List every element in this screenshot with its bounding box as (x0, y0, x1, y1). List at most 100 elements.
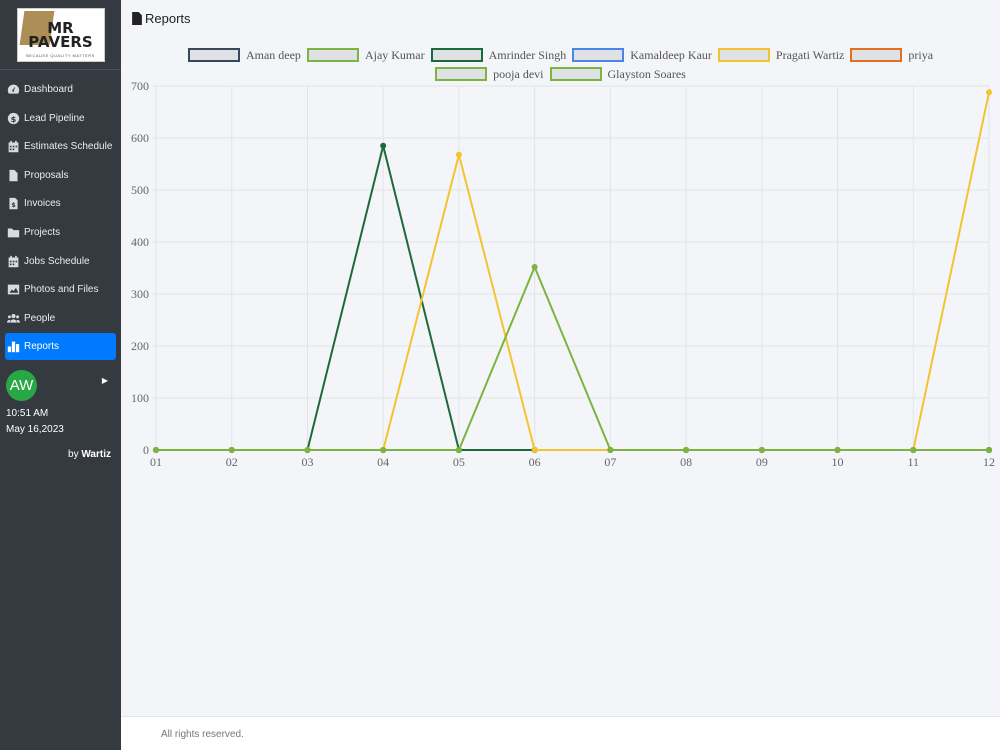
footer: All rights reserved. (121, 716, 1000, 750)
y-tick-label: 400 (131, 235, 149, 249)
series-line (156, 145, 989, 451)
legend-item[interactable]: Kamaldeep Kaur (572, 48, 712, 63)
logo-tagline: BECAUSE QUALITY MATTERS (26, 52, 95, 58)
sidebar-item-dashboard[interactable]: Dashboard (5, 76, 116, 103)
calendar-icon (7, 255, 20, 268)
user-menu[interactable]: AW ▶ (6, 370, 116, 401)
data-point (455, 447, 462, 453)
dashboard-icon (7, 83, 20, 96)
sidebar-item-invoices[interactable]: $ Invoices (5, 190, 116, 217)
line-chart: 0 100 200 300 400 500 600 700 01 02 03 04 05 06 07 08 09… (131, 80, 995, 469)
sidebar-item-label: Jobs Schedule (24, 255, 90, 267)
sidebar: MR PAVERS BECAUSE QUALITY MATTERS Dashbo… (0, 0, 121, 750)
x-tick-label: 03 (301, 455, 313, 469)
sidebar-item-jobs-schedule[interactable]: Jobs Schedule (5, 248, 116, 275)
sidebar-item-projects[interactable]: Projects (5, 219, 116, 246)
sidebar-item-label: People (24, 312, 56, 324)
y-tick-label: 300 (131, 287, 149, 301)
data-point (228, 447, 235, 453)
data-point (834, 447, 841, 453)
legend-swatch (306, 48, 359, 62)
legend-swatch (430, 48, 483, 62)
people-icon (7, 312, 20, 325)
sidebar-item-label: Projects (24, 226, 61, 238)
page-title-text: Reports (145, 11, 191, 26)
data-point (380, 142, 387, 149)
data-point (986, 447, 992, 453)
legend-item[interactable]: Pragati Wartiz (717, 47, 845, 63)
logo-text: MR PAVERS (28, 18, 93, 51)
x-tick-label: 09 (756, 455, 768, 469)
legend-label: Kamaldeep Kaur (630, 47, 712, 62)
x-tick-label: 01 (150, 455, 162, 469)
byline-prefix: by (68, 449, 79, 460)
avatar[interactable]: AW (6, 370, 37, 401)
footer-text: All rights reserved. (161, 729, 244, 740)
sidebar-item-proposals[interactable]: Proposals (5, 162, 116, 189)
y-tick-label: 500 (131, 183, 149, 197)
data-point (380, 447, 387, 453)
data-point (455, 151, 462, 158)
byline-brand[interactable]: Wartiz (81, 449, 111, 460)
x-tick-label: 08 (680, 455, 692, 469)
x-tick-label: 11 (907, 455, 919, 469)
sidebar-item-label: Invoices (24, 198, 61, 210)
data-point (304, 447, 311, 453)
x-tick-label: 02 (226, 455, 238, 469)
byline: by Wartiz (68, 449, 111, 460)
data-point (910, 447, 917, 453)
caret-right-icon[interactable]: ▶ (102, 376, 108, 385)
sidebar-item-people[interactable]: People (5, 305, 116, 332)
x-tick-label: 12 (983, 455, 995, 469)
legend-label: Amrinder Singh (488, 47, 567, 62)
legend-label: priya (908, 47, 934, 62)
sidebar-item-lead-pipeline[interactable]: $ Lead Pipeline (5, 105, 116, 132)
legend-label: Pragati Wartiz (775, 47, 845, 62)
x-tick-label: 05 (453, 455, 465, 469)
y-tick-label: 600 (131, 131, 149, 145)
legend-item[interactable]: Amrinder Singh (430, 47, 567, 63)
chart-icon (7, 340, 20, 353)
legend-label: Aman deep (245, 47, 301, 62)
sidebar-item-label: Lead Pipeline (24, 112, 85, 124)
svg-text:$: $ (11, 201, 16, 209)
logo-container: MR PAVERS BECAUSE QUALITY MATTERS (0, 0, 121, 70)
y-tick-label: 0 (143, 443, 149, 457)
data-point (531, 263, 538, 270)
current-time: 10:51 AM (6, 408, 49, 419)
sidebar-item-estimates-schedule[interactable]: Estimates Schedule (5, 133, 116, 160)
data-point (153, 447, 159, 453)
sidebar-item-label: Estimates Schedule (24, 141, 113, 153)
y-tick-label: 200 (131, 339, 149, 353)
sidebar-item-photos-and-files[interactable]: Photos and Files (5, 276, 116, 303)
y-tick-label: 100 (131, 391, 149, 405)
legend-item[interactable]: Aman deep (187, 47, 301, 63)
y-tick-label: 700 (131, 80, 149, 93)
sidebar-item-label: Dashboard (24, 84, 73, 95)
legend-swatch (187, 48, 240, 62)
file-icon (132, 12, 142, 25)
series-line (156, 92, 990, 451)
legend-item[interactable]: priya (850, 48, 933, 63)
datetime: 10:51 AM May 16,2023 (6, 406, 64, 438)
x-tick-label: 04 (377, 455, 389, 469)
legend-label: Ajay Kumar (364, 47, 425, 62)
data-point (683, 447, 690, 453)
data-point (607, 447, 614, 453)
data-point (531, 447, 538, 453)
company-logo[interactable]: MR PAVERS BECAUSE QUALITY MATTERS (16, 7, 105, 62)
sidebar-item-reports[interactable]: Reports (5, 333, 116, 361)
legend-swatch (435, 67, 488, 81)
sidebar-item-label: Proposals (24, 169, 69, 181)
legend-swatch (717, 48, 770, 62)
x-tick-label: 10 (832, 455, 844, 469)
calendar-icon (7, 140, 20, 153)
legend-item[interactable]: Ajay Kumar (306, 47, 425, 63)
sidebar-item-label: Photos and Files (24, 284, 99, 296)
page-title: Reports (132, 11, 191, 26)
data-point (986, 89, 992, 96)
x-tick-label: 07 (604, 455, 616, 469)
legend-swatch (572, 48, 625, 62)
legend-swatch (850, 48, 903, 62)
dollar-icon: $ (7, 112, 20, 125)
